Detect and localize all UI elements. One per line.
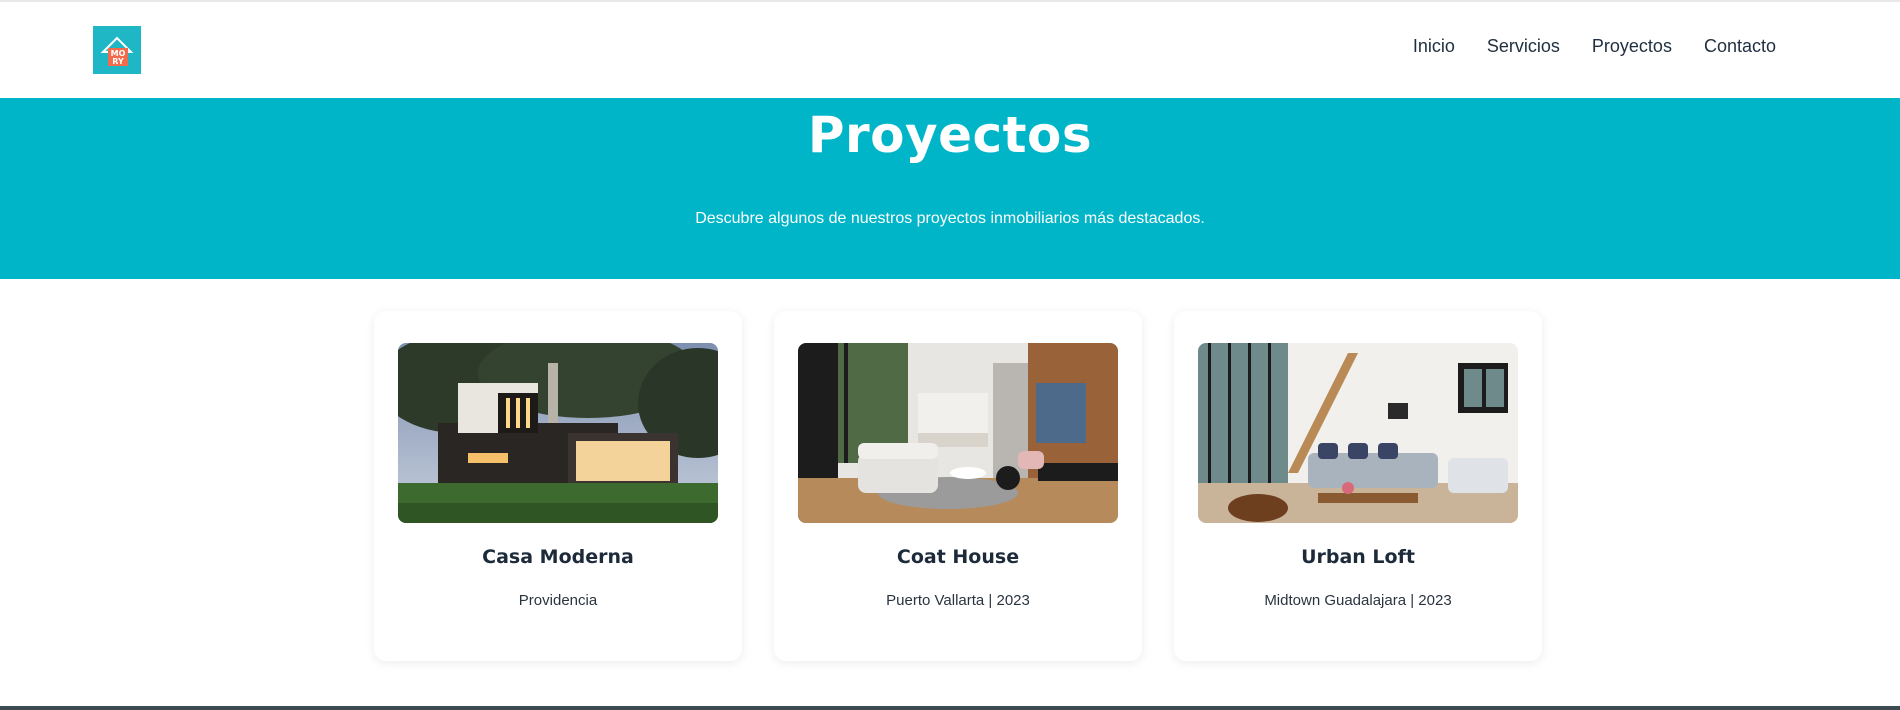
project-card-urban-loft[interactable]: Urban Loft Midtown Guadalajara | 2023 [1174, 311, 1542, 661]
brand-logo[interactable]: MO RY [93, 26, 141, 74]
page-subtitle: Descubre algunos de nuestros proyectos i… [695, 210, 1205, 227]
nav-link-servicios[interactable]: Servicios [1487, 36, 1560, 57]
project-image-coat-house[interactable] [798, 343, 1118, 523]
project-title: Urban Loft [1301, 546, 1415, 568]
page-title: Proyectos [807, 106, 1093, 164]
project-image-casa-moderna[interactable] [398, 343, 718, 523]
nav-link-inicio[interactable]: Inicio [1413, 36, 1455, 57]
project-title: Coat House [896, 546, 1020, 568]
project-card-coat-house[interactable]: Coat House Puerto Vallarta | 2023 [774, 311, 1142, 661]
project-title: Casa Moderna [482, 546, 634, 568]
project-image-urban-loft[interactable] [1198, 343, 1518, 523]
footer-edge [0, 706, 1900, 710]
project-location: Midtown Guadalajara | 2023 [1264, 592, 1452, 609]
site-header: MO RY Inicio Servicios Proyectos Contact… [0, 2, 1900, 97]
nav-link-proyectos[interactable]: Proyectos [1592, 36, 1672, 57]
project-location: Providencia [518, 592, 598, 609]
main-nav: Inicio Servicios Proyectos Contacto [1413, 36, 1776, 57]
nav-link-contacto[interactable]: Contacto [1704, 36, 1776, 57]
project-location: Puerto Vallarta | 2023 [886, 592, 1030, 609]
house-logo-icon: MO RY [93, 26, 141, 74]
logo-text-bottom: RY [112, 57, 124, 66]
project-card-casa-moderna[interactable]: Casa Moderna Providencia [374, 311, 742, 661]
projects-grid: Casa Moderna Providencia Coat House Puer… [374, 311, 1542, 661]
hero-banner: Proyectos Descubre algunos de nuestros p… [0, 98, 1900, 279]
